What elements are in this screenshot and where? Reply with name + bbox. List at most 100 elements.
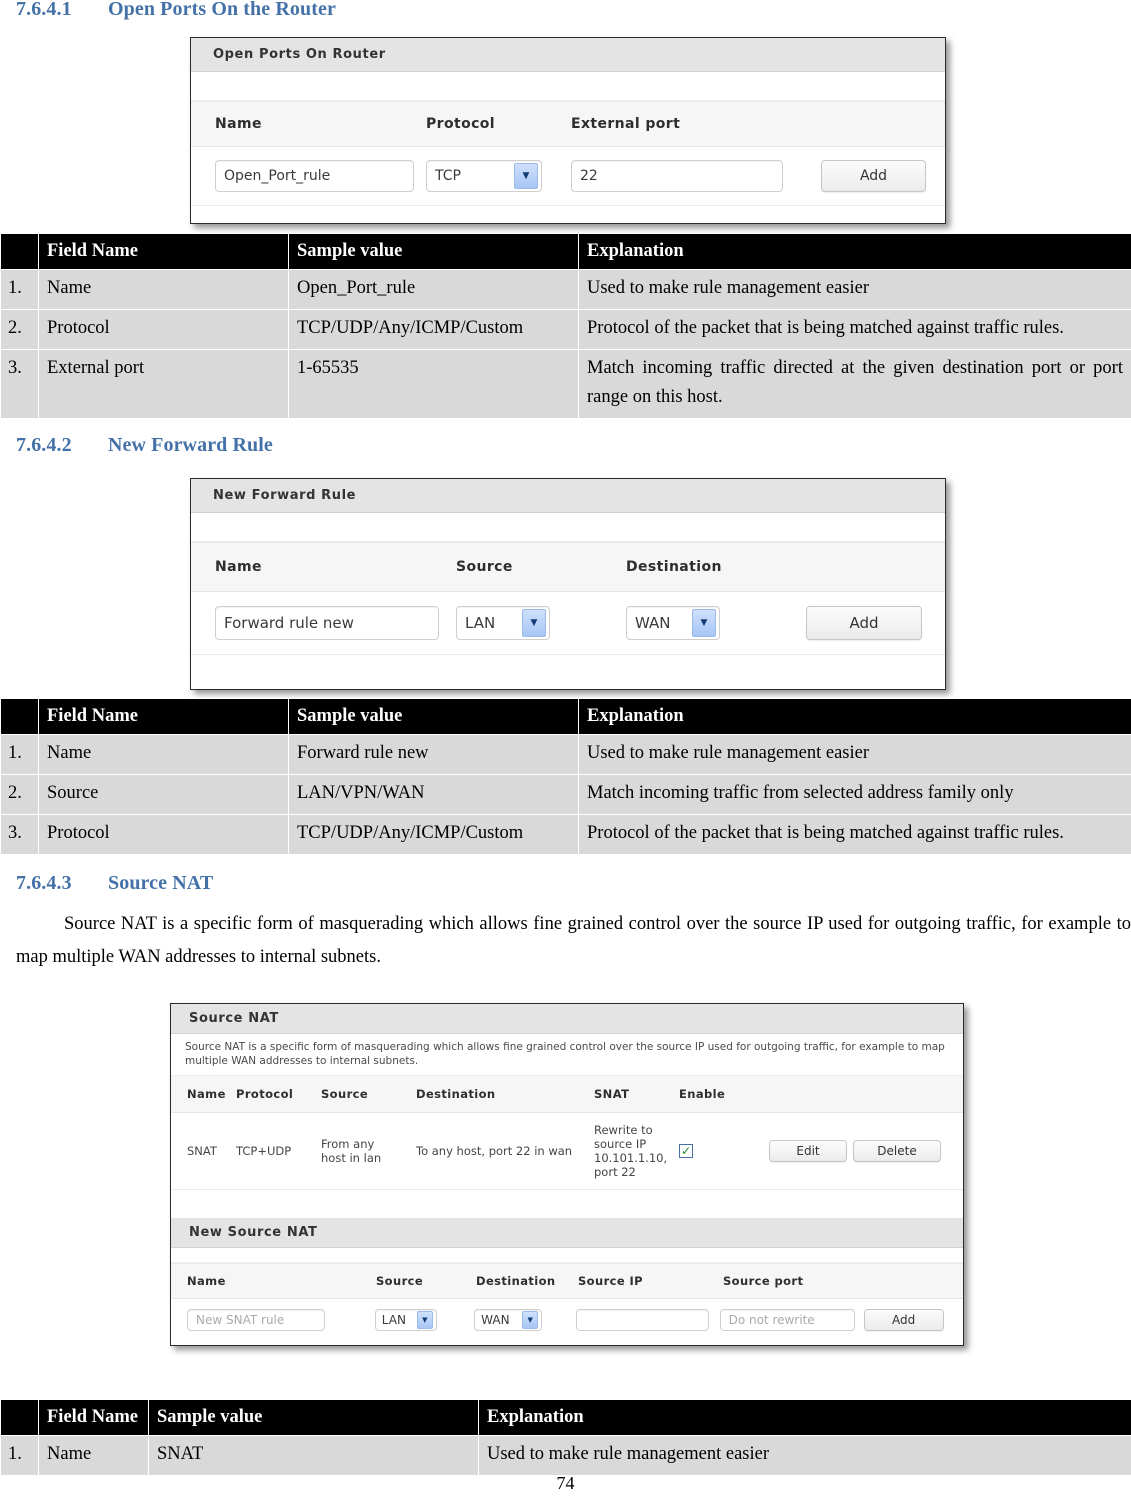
column-header-source-ip: Source IP [578, 1274, 643, 1288]
chevron-down-icon[interactable]: ▼ [522, 609, 546, 637]
column-header-destination: Destination [416, 1087, 496, 1101]
external-port-input[interactable]: 22 [571, 160, 783, 192]
column-header-source: Source [456, 559, 513, 575]
screenshot-source-nat: Source NAT Source NAT is a specific form… [170, 1003, 964, 1346]
header-sample-value: Sample value [148, 1399, 479, 1436]
column-header-row-source-nat: Name Protocol Source Destination SNAT En… [171, 1075, 963, 1113]
column-header-enable: Enable [679, 1087, 726, 1101]
section-heading-7-6-4-1: 7.6.4.1 Open Ports On the Router [16, 0, 336, 21]
cell-explanation: Match incoming traffic from selected add… [578, 774, 1131, 815]
cell-sample-value: Forward rule new [288, 734, 579, 775]
cell-field-name: Protocol [38, 309, 289, 350]
new-snat-destination-select[interactable]: WAN ▼ [474, 1309, 543, 1331]
header-explanation: Explanation [578, 698, 1131, 735]
form-row-new-source-nat: New SNAT rule LAN ▼ WAN ▼ Do not rewrite… [171, 1299, 963, 1341]
destination-select[interactable]: WAN ▼ [626, 606, 720, 640]
chevron-down-icon[interactable]: ▼ [522, 1311, 539, 1329]
header-index [0, 1399, 39, 1436]
section-title: Source NAT [108, 872, 214, 894]
table-row: 1. Name SNAT Used to make rule managemen… [0, 1435, 1131, 1476]
new-snat-source-select[interactable]: LAN ▼ [374, 1309, 437, 1331]
edit-button[interactable]: Edit [769, 1140, 847, 1162]
header-sample-value: Sample value [288, 233, 579, 270]
chevron-down-icon[interactable]: ▼ [416, 1311, 433, 1329]
cell-sample-value: 1-65535 [288, 349, 579, 419]
cell-index: 2. [0, 309, 39, 350]
table-row: 1. Name Open_Port_rule Used to make rule… [0, 269, 1131, 310]
cell-field-name: Name [38, 269, 289, 310]
column-header-name: Name [215, 559, 262, 575]
column-header-destination: Destination [476, 1274, 556, 1288]
new-snat-name-input[interactable]: New SNAT rule [187, 1309, 325, 1331]
source-select[interactable]: LAN ▼ [456, 606, 550, 640]
cell-snat: Rewrite to source IP 10.101.1.10, port 2… [594, 1123, 668, 1179]
cell-destination: To any host, port 22 in wan [416, 1144, 573, 1158]
column-header-destination: Destination [626, 559, 722, 575]
protocol-select[interactable]: TCP ▼ [426, 160, 542, 192]
cell-source: From any host in lan [321, 1137, 382, 1165]
table-row: 2. Source LAN/VPN/WAN Match incoming tra… [0, 774, 1131, 815]
cell-explanation: Protocol of the packet that is being mat… [578, 309, 1131, 350]
cell-index: 3. [0, 814, 39, 855]
table-row: 3. Protocol TCP/UDP/Any/ICMP/Custom Prot… [0, 814, 1131, 855]
panel-spacer [171, 1248, 963, 1263]
new-snat-add-button[interactable]: Add [863, 1309, 944, 1331]
table-row: 2. Protocol TCP/UDP/Any/ICMP/Custom Prot… [0, 309, 1131, 350]
cell-index: 3. [0, 349, 39, 419]
edit-button-label: Edit [796, 1144, 820, 1158]
panel-spacer [191, 72, 945, 101]
column-header-name: Name [187, 1087, 226, 1101]
paragraph-text: Source NAT is a specific form of masquer… [16, 914, 1131, 967]
table-new-forward-rule-fields: Field Name Sample value Explanation 1. N… [0, 698, 1131, 855]
section-title: Open Ports On the Router [108, 0, 336, 20]
add-button[interactable]: Add [806, 606, 922, 640]
column-header-name: Name [187, 1274, 226, 1288]
column-header-row-new-source-nat: Name Source Destination Source IP Source… [171, 1263, 963, 1299]
table-header-row: Field Name Sample value Explanation [0, 233, 1131, 270]
cell-sample-value: TCP/UDP/Any/ICMP/Custom [288, 814, 579, 855]
header-sample-value: Sample value [288, 698, 579, 735]
source-nat-intro-paragraph: Source NAT is a specific form of masquer… [16, 908, 1131, 974]
enable-checkbox[interactable]: ✓ [679, 1144, 693, 1158]
new-snat-source-port-input[interactable]: Do not rewrite [719, 1309, 855, 1331]
cell-field-name: Name [38, 734, 289, 775]
panel-description-source-nat: Source NAT is a specific form of masquer… [171, 1034, 963, 1075]
cell-sample-value: LAN/VPN/WAN [288, 774, 579, 815]
screenshot-new-forward-rule: New Forward Rule Name Source Destination… [190, 478, 946, 690]
section-title: New Forward Rule [108, 434, 273, 456]
cell-explanation: Match incoming traffic directed at the g… [578, 349, 1131, 419]
section-number: 7.6.4.2 [16, 434, 72, 456]
header-explanation: Explanation [578, 233, 1131, 270]
chevron-down-icon[interactable]: ▼ [514, 163, 538, 189]
add-button-label: Add [849, 614, 879, 632]
new-snat-add-button-label: Add [892, 1313, 916, 1327]
check-icon: ✓ [680, 1144, 692, 1158]
cell-field-name: Source [38, 774, 289, 815]
panel-spacer [191, 513, 945, 542]
add-button-label: Add [859, 168, 888, 184]
section-number: 7.6.4.3 [16, 872, 72, 894]
cell-explanation: Protocol of the packet that is being mat… [578, 814, 1131, 855]
section-gap [171, 1190, 963, 1218]
cell-index: 1. [0, 269, 39, 310]
snat-rule-row: SNAT TCP+UDP From any host in lan To any… [171, 1113, 963, 1190]
name-input-value: Open_Port_rule [224, 168, 331, 184]
external-port-input-value: 22 [580, 168, 598, 184]
column-header-row-open-ports: Name Protocol External port [191, 101, 945, 147]
cell-index: 2. [0, 774, 39, 815]
panel-bottom-pad [191, 654, 945, 683]
add-button[interactable]: Add [821, 160, 926, 192]
name-input[interactable]: Forward rule new [215, 606, 439, 640]
column-header-protocol: Protocol [236, 1087, 294, 1101]
cell-field-name: Name [38, 1435, 149, 1476]
screenshot-open-ports-on-router: Open Ports On Router Name Protocol Exter… [190, 37, 946, 224]
column-header-source: Source [376, 1274, 424, 1288]
form-row-open-ports: Open_Port_rule TCP ▼ 22 Add [191, 147, 945, 205]
new-snat-source-ip-input[interactable] [575, 1309, 709, 1331]
cell-index: 1. [0, 734, 39, 775]
delete-button[interactable]: Delete [853, 1140, 941, 1162]
cell-sample-value: SNAT [148, 1435, 479, 1476]
name-input[interactable]: Open_Port_rule [215, 160, 414, 192]
chevron-down-icon[interactable]: ▼ [692, 609, 716, 637]
column-header-row-new-forward-rule: Name Source Destination [191, 542, 945, 592]
